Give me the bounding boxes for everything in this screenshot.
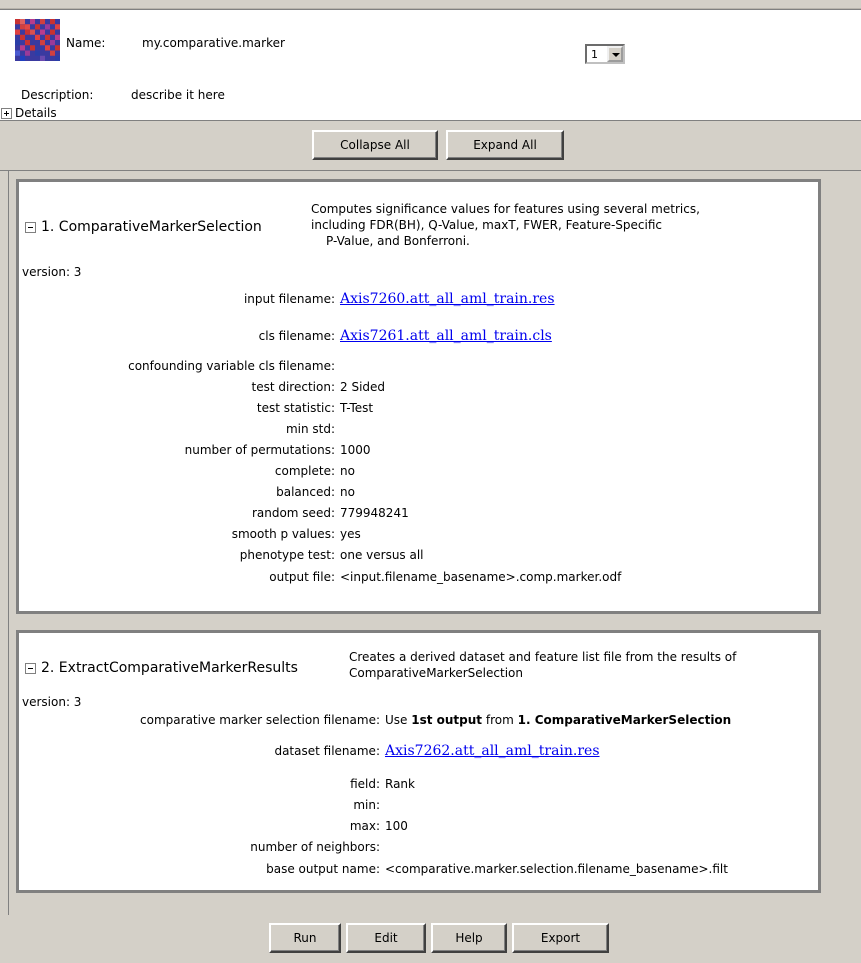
param-row: min std:	[19, 422, 809, 438]
param-value: Use 1st output from 1. ComparativeMarker…	[385, 713, 732, 727]
collapse-minus-icon[interactable]	[25, 662, 36, 674]
param-label: complete:	[274, 464, 335, 478]
task-panel-1: 1. ComparativeMarkerSelection Computes s…	[16, 179, 821, 614]
param-label: number of neighbors:	[250, 840, 380, 854]
param-row: smooth p values: yes	[19, 527, 809, 543]
param-label: test direction:	[251, 380, 336, 394]
param-row: phenotype test: one versus all	[19, 548, 809, 564]
param-label: base output name:	[266, 862, 380, 876]
param-label: smooth p values:	[231, 527, 335, 541]
param-value: T-Test	[340, 401, 374, 415]
expand-all-button[interactable]: Expand All	[446, 130, 564, 160]
help-button[interactable]: Help	[431, 923, 507, 953]
param-value: no	[340, 464, 355, 478]
param-row: confounding variable cls filename:	[19, 359, 809, 375]
param-value: 100	[385, 819, 408, 833]
param-label: cls filename:	[258, 329, 335, 343]
param-value: 779948241	[340, 506, 409, 520]
param-label: input filename:	[243, 292, 335, 306]
param-row: number of neighbors:	[19, 840, 809, 856]
param-label: confounding variable cls filename:	[128, 359, 335, 373]
task-title-2[interactable]: 2. ExtractComparativeMarkerResults	[25, 660, 298, 676]
export-button[interactable]: Export	[512, 923, 609, 953]
param-value: Rank	[385, 777, 415, 791]
param-row: base output name: <comparative.marker.se…	[19, 862, 809, 878]
edit-button[interactable]: Edit	[346, 923, 426, 953]
pipeline-header: Name: my.comparative.marker Description:…	[0, 9, 861, 121]
param-label: max:	[349, 819, 380, 833]
top-strip	[0, 0, 861, 9]
param-value: <comparative.marker.selection.filename_b…	[385, 862, 728, 876]
run-button[interactable]: Run	[269, 923, 341, 953]
param-label: min std:	[285, 422, 335, 436]
collapse-all-button[interactable]: Collapse All	[312, 130, 438, 160]
pipeline-description[interactable]: describe it here	[131, 88, 225, 102]
param-row: test direction: 2 Sided	[19, 380, 809, 396]
param-label: min:	[353, 798, 380, 812]
collapse-minus-icon[interactable]	[25, 221, 36, 233]
param-row: dataset filename: Axis7262.att_all_aml_t…	[19, 743, 809, 760]
param-label: number of permutations:	[184, 443, 335, 457]
param-value: yes	[340, 527, 361, 541]
param-row: output file: <input.filename_basename>.c…	[19, 570, 809, 586]
name-label: Name:	[66, 36, 106, 50]
task-description-2: Creates a derived dataset and feature li…	[349, 650, 737, 680]
divider	[8, 171, 9, 915]
task-panel-2: 2. ExtractComparativeMarkerResults Creat…	[16, 630, 821, 893]
param-value: <input.filename_basename>.comp.marker.od…	[340, 570, 622, 584]
footer-bar: Run Edit Help Export	[0, 916, 861, 963]
param-row: field: Rank	[19, 777, 809, 793]
param-label: phenotype test:	[239, 548, 335, 562]
param-row: max: 100	[19, 819, 809, 835]
version-select[interactable]: 1	[585, 44, 625, 64]
param-row: balanced: no	[19, 485, 809, 501]
pipeline-name[interactable]: my.comparative.marker	[142, 36, 285, 50]
dataset-filename-link[interactable]: Axis7262.att_all_aml_train.res	[385, 743, 600, 759]
expand-plus-icon[interactable]	[1, 107, 12, 119]
task-version-1: version: 3	[22, 265, 82, 279]
param-row: random seed: 779948241	[19, 506, 809, 522]
param-label: field:	[350, 777, 380, 791]
task-description-1: Computes significance values for feature…	[311, 202, 700, 248]
param-label: test statistic:	[256, 401, 335, 415]
task-title-1[interactable]: 1. ComparativeMarkerSelection	[25, 219, 262, 235]
input-filename-link[interactable]: Axis7260.att_all_aml_train.res	[340, 291, 555, 307]
param-value: 2 Sided	[340, 380, 386, 394]
chevron-down-icon[interactable]	[607, 46, 623, 62]
param-row: cls filename: Axis7261.att_all_aml_train…	[19, 328, 809, 345]
param-row: input filename: Axis7260.att_all_aml_tra…	[19, 291, 809, 308]
param-row: test statistic: T-Test	[19, 401, 809, 417]
cls-filename-link[interactable]: Axis7261.att_all_aml_train.cls	[340, 328, 552, 344]
task-version-2: version: 3	[22, 695, 82, 709]
param-row: min:	[19, 798, 809, 814]
param-label: comparative marker selection filename:	[140, 713, 380, 727]
param-row: complete: no	[19, 464, 809, 480]
details-toggle[interactable]: Details	[1, 106, 57, 120]
details-label: Details	[15, 106, 57, 120]
param-value: no	[340, 485, 355, 499]
param-label: balanced:	[276, 485, 335, 499]
param-label: dataset filename:	[274, 744, 380, 758]
pipeline-logo-icon	[15, 19, 60, 61]
version-select-value: 1	[591, 48, 598, 61]
param-row: number of permutations: 1000	[19, 443, 809, 459]
param-label: output file:	[269, 570, 335, 584]
param-value: one versus all	[340, 548, 424, 562]
param-value: 1000	[340, 443, 371, 457]
param-label: random seed:	[251, 506, 335, 520]
description-label: Description:	[21, 88, 94, 102]
param-row: comparative marker selection filename: U…	[19, 713, 809, 729]
